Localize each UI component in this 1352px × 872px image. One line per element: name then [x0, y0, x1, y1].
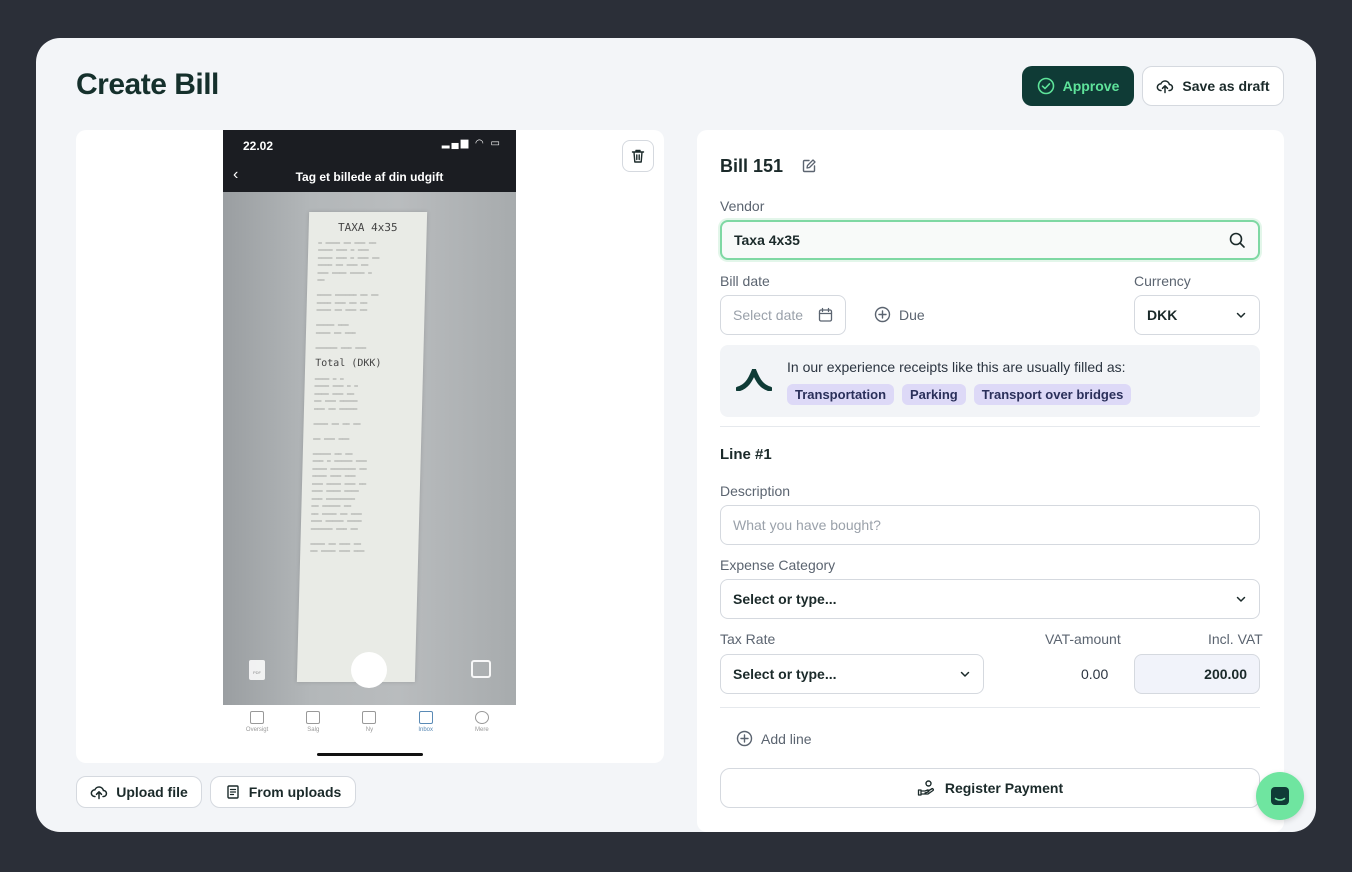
gallery-icon: [471, 660, 491, 678]
edit-icon[interactable]: [801, 158, 817, 174]
receipt-paper: TAXA 4x35 ─ ──── ── ─── ── ──── ─── ─ ───…: [296, 212, 428, 682]
signal-icon: ▂▄▆ ◠ ▭: [441, 138, 502, 149]
add-line-button[interactable]: Add line: [736, 730, 812, 747]
save-draft-label: Save as draft: [1182, 78, 1270, 94]
phone-tab-label: Ny: [365, 727, 374, 733]
description-placeholder: What you have bought?: [733, 517, 881, 533]
chat-button[interactable]: [1256, 772, 1304, 820]
receipt-icon: [227, 785, 239, 799]
calendar-icon: [818, 307, 833, 322]
approve-label: Approve: [1062, 78, 1120, 94]
phone-header: 22.02 ▂▄▆ ◠ ▭ ‹ Tag et billede af din ud…: [223, 130, 516, 192]
home-indicator: [317, 753, 423, 756]
incl-vat-label: Incl. VAT: [1208, 631, 1263, 647]
shutter-icon: [351, 652, 387, 688]
receipt-footer: ──── ─ ─ ──── ─── ─ ─ ──── ─── ── ── ─── ──…: [310, 375, 367, 556]
register-payment-label: Register Payment: [944, 780, 1064, 796]
currency-label: Currency: [1134, 273, 1191, 289]
vendor-value: Taxa 4x35: [734, 232, 800, 248]
expense-category-value: Select or type...: [733, 591, 837, 607]
suggestion-panel: In our experience receipts like this are…: [720, 345, 1260, 417]
currency-value: DKK: [1147, 307, 1178, 323]
suggestion-chip[interactable]: Transportation: [787, 384, 895, 405]
incl-vat-input[interactable]: 200.00: [1134, 654, 1260, 694]
chat-icon: [1271, 787, 1289, 805]
chevron-down-icon: [1236, 596, 1246, 602]
suggestion-chip[interactable]: Transport over bridges: [973, 384, 1132, 405]
suggestion-text: In our experience receipts like this are…: [787, 359, 1126, 375]
cloud-upload-icon: [90, 786, 108, 800]
inbox-icon: [418, 711, 433, 724]
from-uploads-label: From uploads: [248, 784, 342, 800]
currency-select[interactable]: DKK: [1134, 295, 1260, 335]
description-input[interactable]: What you have bought?: [720, 505, 1260, 545]
phone-tab-oversigt: Oversigt: [237, 711, 277, 763]
phone-tab-label: Inbox: [418, 727, 433, 733]
hand-coin-icon: [917, 780, 934, 796]
bill-title: Bill 151: [720, 156, 784, 176]
bill-date-placeholder: Select date: [733, 307, 804, 323]
bill-date-label: Bill date: [720, 273, 770, 289]
vat-amount-value: 0.00: [1081, 666, 1109, 682]
phone-tab-label: Salg: [307, 727, 320, 733]
chart-icon: [250, 711, 265, 724]
pdf-icon: PDF: [249, 660, 265, 680]
receipt-photo: TAXA 4x35 ─ ──── ── ─── ── ──── ─── ─ ───…: [223, 192, 516, 705]
description-label: Description: [720, 483, 791, 499]
phone-time: 22.02: [243, 139, 274, 153]
app-window: Create Bill Approve Save as draft 22.02 …: [36, 38, 1316, 832]
receipt-image: 22.02 ▂▄▆ ◠ ▭ ‹ Tag et billede af din ud…: [223, 130, 516, 763]
page-title: Create Bill: [76, 68, 219, 101]
phone-screen-title: Tag et billede af din udgift: [295, 170, 444, 184]
trash-icon: [631, 149, 645, 163]
plus-circle-icon: [874, 306, 891, 323]
delete-file-button[interactable]: [622, 140, 654, 172]
due-label: Due: [899, 306, 925, 323]
section-divider: [720, 707, 1260, 708]
phone-tab-label: Oversigt: [245, 727, 269, 733]
brand-logo-icon: [736, 369, 772, 391]
receipt-total: Total (DKK): [315, 358, 382, 369]
bill-date-input[interactable]: Select date: [720, 295, 846, 335]
expense-category-select[interactable]: Select or type...: [720, 579, 1260, 619]
plus-circle-icon: [736, 730, 753, 747]
add-due-button[interactable]: Due: [874, 306, 925, 323]
approve-button[interactable]: Approve: [1022, 66, 1134, 106]
cloud-upload-icon: [1157, 80, 1174, 94]
vendor-label: Vendor: [720, 198, 765, 214]
line-title: Line #1: [720, 446, 772, 463]
phone-tab-mere: Mere: [462, 711, 502, 763]
document-icon: [306, 711, 321, 724]
tax-rate-select[interactable]: Select or type...: [720, 654, 984, 694]
incl-vat-value: 200.00: [1204, 666, 1247, 682]
receipt-heading: TAXA 4x35: [337, 221, 398, 234]
receipt-body: ─ ──── ── ─── ── ──── ─── ─ ─── ──── ─── ─…: [315, 239, 380, 352]
check-circle-icon: [1037, 77, 1054, 95]
upload-file-label: Upload file: [116, 784, 188, 800]
add-line-label: Add line: [761, 730, 812, 747]
from-uploads-button[interactable]: From uploads: [210, 776, 356, 808]
search-icon: [1229, 232, 1245, 248]
suggestion-chip[interactable]: Parking: [902, 384, 966, 405]
chevron-down-icon: [1236, 312, 1246, 318]
expense-category-label: Expense Category: [720, 557, 836, 573]
section-divider: [720, 426, 1260, 427]
tax-rate-label: Tax Rate: [720, 631, 776, 647]
receipt-preview: 22.02 ▂▄▆ ◠ ▭ ‹ Tag et billede af din ud…: [76, 130, 664, 763]
more-icon: [474, 711, 489, 724]
chevron-down-icon: [960, 671, 970, 677]
tax-rate-value: Select or type...: [733, 666, 837, 682]
vat-amount-label: VAT-amount: [1045, 631, 1121, 647]
plus-square-icon: [362, 711, 377, 724]
suggestion-chips: Transportation Parking Transport over br…: [787, 384, 1132, 405]
upload-file-button[interactable]: Upload file: [76, 776, 202, 808]
register-payment-button[interactable]: Register Payment: [720, 768, 1260, 808]
phone-tab-label: Mere: [475, 727, 489, 733]
bill-form: Bill 151 Vendor Taxa 4x35 Bill date Sele…: [697, 130, 1284, 832]
vendor-input[interactable]: Taxa 4x35: [720, 220, 1260, 260]
save-draft-button[interactable]: Save as draft: [1142, 66, 1284, 106]
